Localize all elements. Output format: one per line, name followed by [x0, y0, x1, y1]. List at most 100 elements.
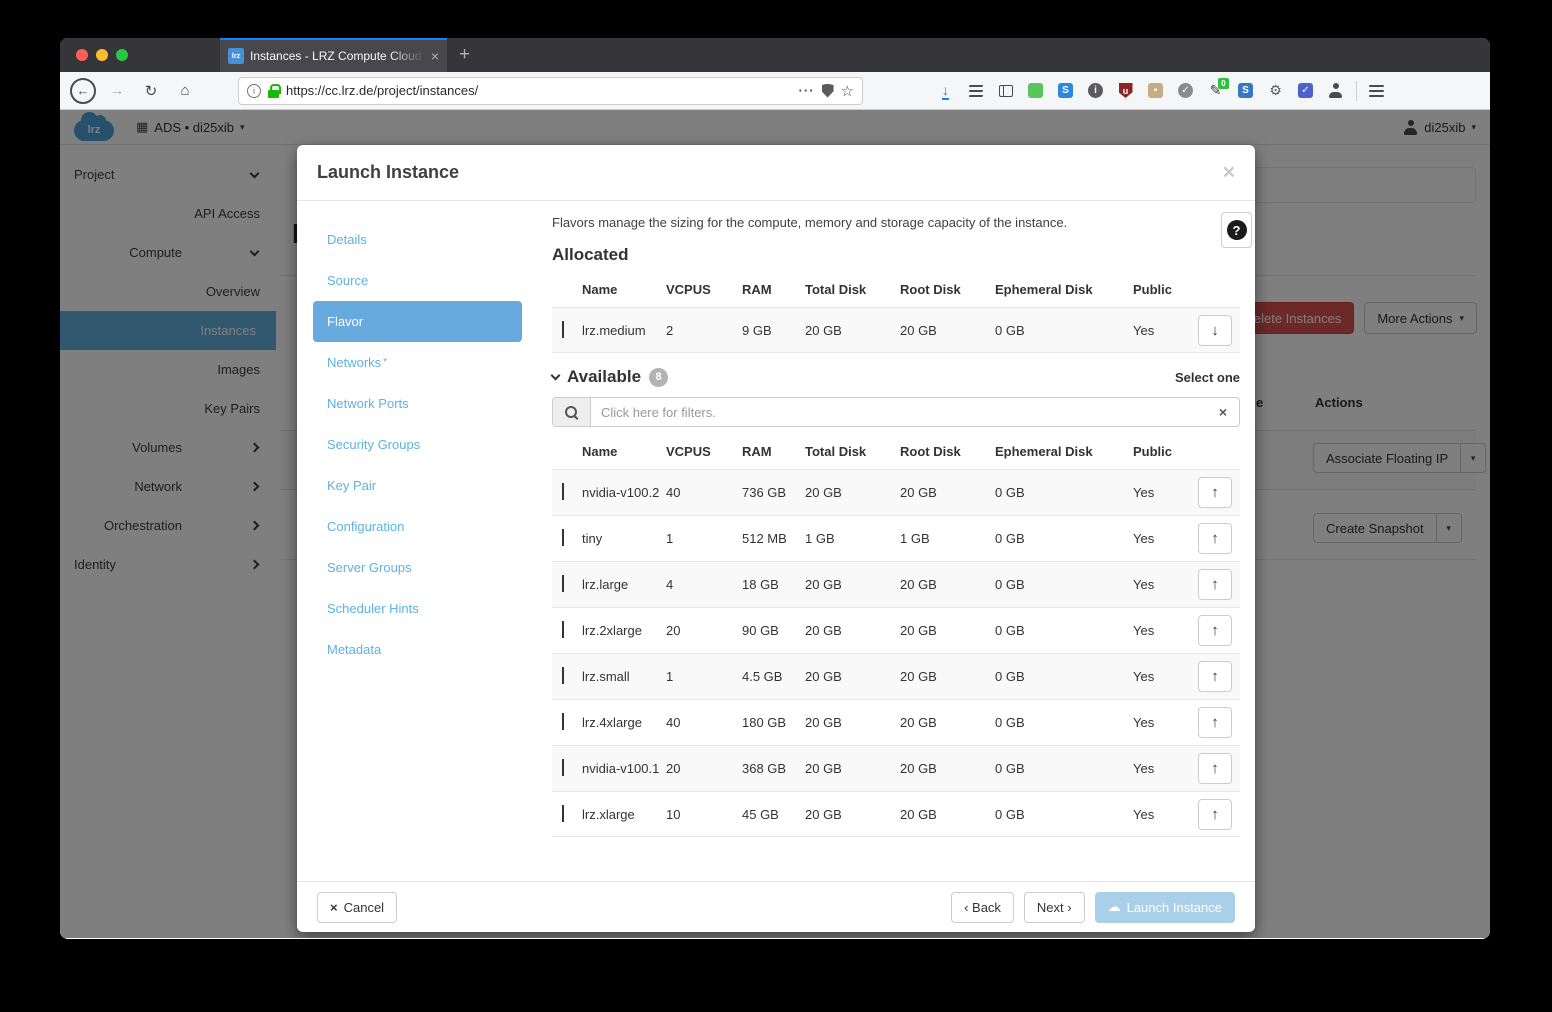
cell-total-disk: 20 GB: [805, 807, 900, 822]
allocate-flavor-button[interactable]: ↑: [1198, 707, 1232, 738]
step-details[interactable]: Details: [313, 219, 522, 260]
menu-hamburger-icon[interactable]: [1369, 85, 1384, 97]
step-label: Details: [327, 232, 367, 247]
filter-input[interactable]: [591, 398, 1207, 426]
close-window-button[interactable]: [76, 49, 88, 61]
wizard-step-nav: Details Source FlavorNetworks*Network Port…: [313, 215, 522, 881]
ext-s-square-icon[interactable]: S: [1237, 82, 1254, 99]
expand-chevron-icon[interactable]: [552, 761, 582, 776]
step-server-groups[interactable]: Server Groups: [313, 547, 522, 588]
allocated-heading: Allocated: [552, 245, 1240, 265]
ext-pen-icon[interactable]: ✎0: [1207, 82, 1224, 99]
cell-vcpus: 40: [666, 485, 742, 500]
download-icon[interactable]: ↓: [937, 82, 954, 99]
page-actions-icon[interactable]: ···: [799, 83, 815, 98]
step-scheduler-hints[interactable]: Scheduler Hints: [313, 588, 522, 629]
cell-name: nvidia-v100.1: [582, 761, 666, 776]
cell-ram: 368 GB: [742, 761, 805, 776]
cell-name: tiny: [582, 531, 666, 546]
allocate-flavor-button[interactable]: ↑: [1198, 523, 1232, 554]
step-key-pair[interactable]: Key Pair: [313, 465, 522, 506]
tab-close-icon[interactable]: ×: [431, 49, 439, 63]
step-network-ports[interactable]: Network Ports: [313, 383, 522, 424]
ext-info-circle-icon[interactable]: i: [1087, 82, 1104, 99]
new-tab-button[interactable]: +: [447, 38, 482, 72]
ext-green-icon[interactable]: [1027, 82, 1044, 99]
allocated-table: NameVCPUSRAMTotal DiskRoot DiskEphemeral…: [552, 271, 1240, 353]
ext-s-blue-icon[interactable]: S: [1057, 82, 1074, 99]
expand-chevron-icon[interactable]: [552, 577, 582, 592]
launch-instance-button[interactable]: ☁ Launch Instance: [1095, 892, 1235, 923]
home-icon[interactable]: ⌂: [172, 78, 198, 104]
forward-icon[interactable]: →: [104, 78, 130, 104]
modal-close-icon[interactable]: ×: [1223, 162, 1235, 183]
url-text[interactable]: https://cc.lrz.de/project/instances/: [286, 83, 792, 98]
step-label: Source: [327, 273, 368, 288]
expand-chevron-icon[interactable]: [552, 623, 582, 638]
column-header-name: Name: [582, 282, 666, 297]
reload-icon[interactable]: ↻: [138, 78, 164, 104]
bookmark-star-icon[interactable]: ☆: [841, 82, 854, 100]
help-button[interactable]: ?: [1221, 212, 1252, 248]
zoom-window-button[interactable]: [116, 49, 128, 61]
ext-pen-icon-badge: 0: [1218, 78, 1229, 89]
step-security-groups[interactable]: Security Groups: [313, 424, 522, 465]
cell-ram: 45 GB: [742, 807, 805, 822]
pocket-shield-icon[interactable]: [822, 84, 834, 98]
allocate-flavor-button[interactable]: ↑: [1198, 615, 1232, 646]
account-icon[interactable]: [1327, 82, 1344, 99]
modal-header: Launch Instance ×: [297, 145, 1255, 201]
expand-chevron-icon[interactable]: [552, 485, 582, 500]
chevron-right-icon: [562, 759, 564, 776]
deallocate-flavor-button[interactable]: ↓: [1198, 315, 1232, 346]
cancel-button[interactable]: × Cancel: [317, 892, 397, 923]
select-one-hint: Select one: [1175, 370, 1240, 385]
chevron-right-icon: [562, 713, 564, 730]
window-controls: [60, 38, 160, 72]
ublock-shield-icon[interactable]: u: [1117, 82, 1134, 99]
browser-tab[interactable]: lrz Instances - LRZ Compute Cloud ×: [220, 38, 447, 72]
expand-chevron-icon[interactable]: [552, 807, 582, 822]
cell-vcpus: 1: [666, 531, 742, 546]
expand-chevron-icon[interactable]: [552, 715, 582, 730]
allocate-flavor-button[interactable]: ↑: [1198, 477, 1232, 508]
library-icon[interactable]: [967, 82, 984, 99]
step-source[interactable]: Source: [313, 260, 522, 301]
step-label: Server Groups: [327, 560, 412, 575]
back-button[interactable]: ‹ Back: [951, 892, 1014, 923]
collapse-chevron-icon[interactable]: [551, 371, 561, 381]
allocate-flavor-button[interactable]: ↑: [1198, 569, 1232, 600]
allocate-flavor-button[interactable]: ↑: [1198, 661, 1232, 692]
next-button[interactable]: Next ›: [1024, 892, 1085, 923]
sidebar-toggle-icon[interactable]: [997, 82, 1014, 99]
back-icon[interactable]: ←: [70, 78, 96, 104]
minimize-window-button[interactable]: [96, 49, 108, 61]
flavor-row-tiny: tiny1512 MB1 GB1 GB0 GBYes↑: [552, 515, 1240, 561]
allocate-flavor-button[interactable]: ↑: [1198, 799, 1232, 830]
url-bar[interactable]: i https://cc.lrz.de/project/instances/ ·…: [238, 77, 863, 105]
step-label: Scheduler Hints: [327, 601, 419, 616]
ext-device-icon[interactable]: ✓: [1297, 82, 1314, 99]
page-info-icon[interactable]: i: [247, 84, 261, 98]
ext-tan-icon[interactable]: ▪: [1147, 82, 1164, 99]
modal-title: Launch Instance: [317, 162, 459, 183]
step-metadata[interactable]: Metadata: [313, 629, 522, 670]
cell-ram: 9 GB: [742, 323, 805, 338]
toolbar-separator: [1356, 81, 1357, 101]
allocate-flavor-button[interactable]: ↑: [1198, 753, 1232, 784]
ext-check-circle-icon[interactable]: ✓: [1177, 82, 1194, 99]
expand-chevron-icon[interactable]: [552, 669, 582, 684]
step-flavor[interactable]: Flavor: [313, 301, 522, 342]
expand-chevron-icon[interactable]: [552, 531, 582, 546]
flavor-row-nvidia-v100.1: nvidia-v100.120368 GB20 GB20 GB0 GBYes↑: [552, 745, 1240, 791]
download-icon-glyph: ↓: [942, 82, 949, 100]
cell-public: Yes: [1133, 577, 1191, 592]
step-networks[interactable]: Networks*: [313, 342, 522, 383]
cell-ram: 736 GB: [742, 485, 805, 500]
gear-icon[interactable]: ⚙: [1267, 82, 1284, 99]
launch-instance-modal: Launch Instance × DetailsSourceFlavorNet…: [297, 145, 1255, 932]
step-configuration[interactable]: Configuration: [313, 506, 522, 547]
expand-chevron-icon[interactable]: [552, 323, 582, 338]
column-header-root-disk: Root Disk: [900, 282, 995, 297]
clear-filter-icon[interactable]: ×: [1207, 398, 1239, 426]
